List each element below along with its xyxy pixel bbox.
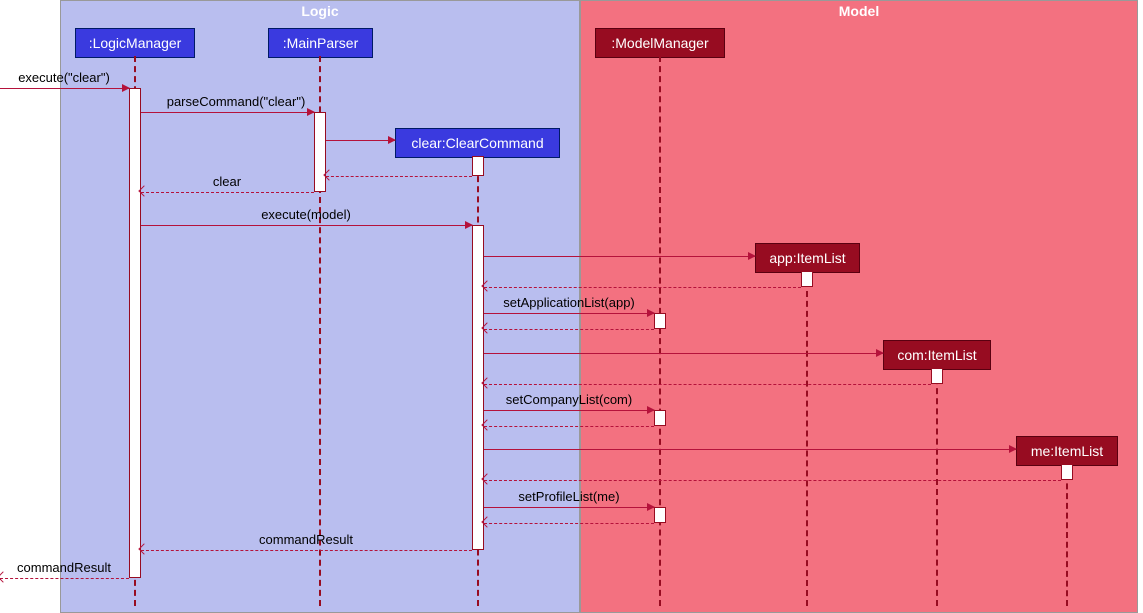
lifeline-appitemlist: app:ItemList (755, 243, 860, 273)
activation-logicmanager (129, 88, 141, 578)
lifeline-line-meitemlist (1066, 464, 1068, 606)
lifeline-clearcommand: clear:ClearCommand (395, 128, 560, 158)
region-logic-title: Logic (301, 3, 338, 19)
lifeline-logicmanager: :LogicManager (75, 28, 195, 58)
lifeline-modelmanager: :ModelManager (595, 28, 725, 58)
lifeline-line-comitemlist (936, 368, 938, 606)
lifeline-comitemlist: com:ItemList (883, 340, 991, 370)
activation-clearcommand-exec (472, 225, 484, 550)
activation-modelmanager-3 (654, 507, 666, 523)
lifeline-meitemlist: me:ItemList (1016, 436, 1118, 466)
lifeline-line-appitemlist (806, 271, 808, 606)
sequence-diagram: Logic Model :LogicManager :MainParser cl… (0, 0, 1143, 613)
lifeline-line-modelmanager (659, 56, 661, 606)
activation-meitemlist (1061, 464, 1073, 480)
activation-clearcommand-create (472, 156, 484, 176)
activation-comitemlist (931, 368, 943, 384)
lifeline-mainparser: :MainParser (268, 28, 373, 58)
activation-modelmanager-1 (654, 313, 666, 329)
activation-mainparser (314, 112, 326, 192)
activation-appitemlist (801, 271, 813, 287)
activation-modelmanager-2 (654, 410, 666, 426)
region-model-title: Model (839, 3, 879, 19)
